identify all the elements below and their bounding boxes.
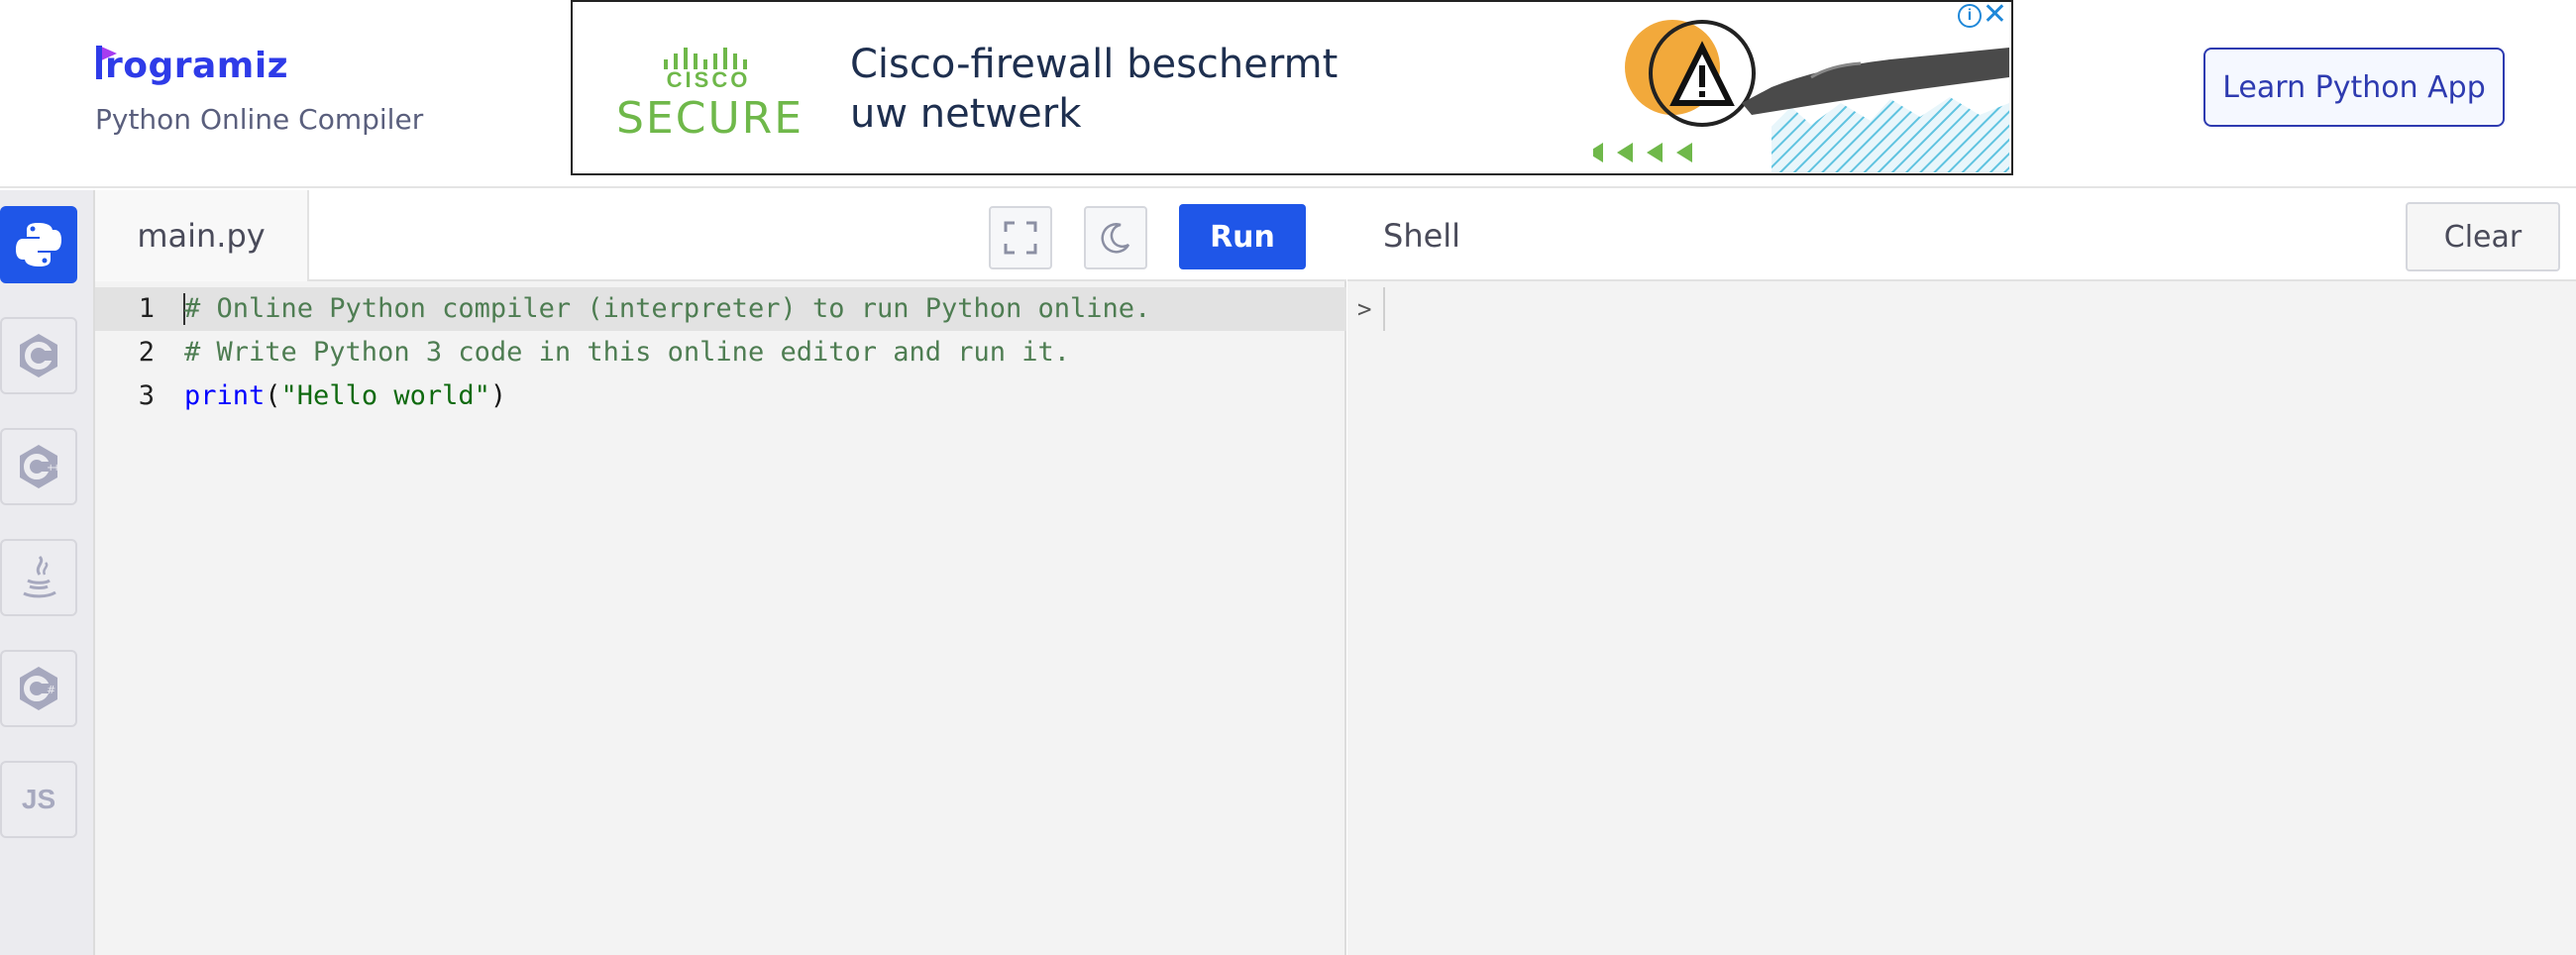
shell-toolbar: Shell Clear [1347,190,2576,281]
ad-banner[interactable]: CISCO SECURE Cisco-firewall beschermt uw… [571,0,2013,175]
c-icon [20,334,57,377]
line-number: 1 [138,293,155,324]
shell-title: Shell [1383,217,1461,255]
shell-output[interactable]: > [1347,281,2576,955]
shell-prompt: > [1355,287,1385,331]
run-button[interactable]: Run [1179,204,1306,269]
brand-name: rogramiz [105,46,289,86]
code-line[interactable]: 1 # Online Python compiler (interpreter)… [95,287,1346,331]
ad-sponsor-product: SECURE [616,93,805,144]
code-string: "Hello world" [280,380,490,411]
js-icon: JS [21,784,56,814]
page-subtitle: Python Online Compiler [95,103,424,136]
code-editor[interactable]: 1 # Online Python compiler (interpreter)… [95,281,1346,955]
fullscreen-button[interactable] [989,206,1052,269]
code-paren-open: ( [265,380,281,411]
code-comment: # Write Python 3 code in this online edi… [184,337,1071,368]
moon-icon [1101,223,1130,254]
python-icon [16,223,61,266]
ad-headline-line2: uw netwerk [850,91,1082,137]
ad-info-icon[interactable]: i [1958,4,1982,28]
java-icon [23,555,56,598]
sidebar-item-cpp[interactable]: + + [0,428,77,505]
line-number: 2 [138,337,155,368]
ad-illustration [1593,20,2009,172]
dark-mode-toggle[interactable] [1084,206,1147,269]
svg-text:#: # [47,684,55,696]
svg-text:+: + [53,463,60,474]
code-comment: # Online Python compiler (interpreter) t… [184,293,1151,324]
tab-main-py[interactable]: main.py [95,190,309,281]
sidebar-item-java[interactable] [0,539,77,616]
line-number: 3 [138,380,155,411]
code-paren-close: ) [489,380,507,411]
code-function: print [184,380,266,411]
code-line[interactable]: 3 print("Hello world") [95,374,1346,418]
ad-sponsor-word: CISCO [666,67,751,92]
csharp-icon: # [20,667,57,710]
learn-python-app-button[interactable]: Learn Python App [2203,48,2505,127]
sidebar-item-csharp[interactable]: # [0,650,77,727]
sidebar-item-javascript[interactable]: JS [0,761,77,838]
ad-headline-line1: Cisco-firewall beschermt [850,42,1339,87]
ad-close-icon[interactable]: ✕ [1983,2,2007,30]
sidebar-item-c[interactable] [0,317,77,394]
code-statement: print("Hello world") [184,374,506,418]
clear-button[interactable]: Clear [2406,202,2560,271]
top-header: rogramiz Python Online Compiler CISCO SE… [0,0,2576,188]
cpp-icon: + + [20,445,60,488]
editor-toolbar: main.py Run [95,190,1346,281]
fullscreen-icon [1004,221,1037,255]
code-line[interactable]: 2 # Write Python 3 code in this online e… [95,331,1346,374]
ad-headline: Cisco-firewall beschermt uw netwerk [850,40,1385,139]
programiz-logo[interactable]: rogramiz [95,40,293,89]
sidebar-item-python[interactable] [0,206,77,283]
language-sidebar: + + # JS [0,190,95,955]
